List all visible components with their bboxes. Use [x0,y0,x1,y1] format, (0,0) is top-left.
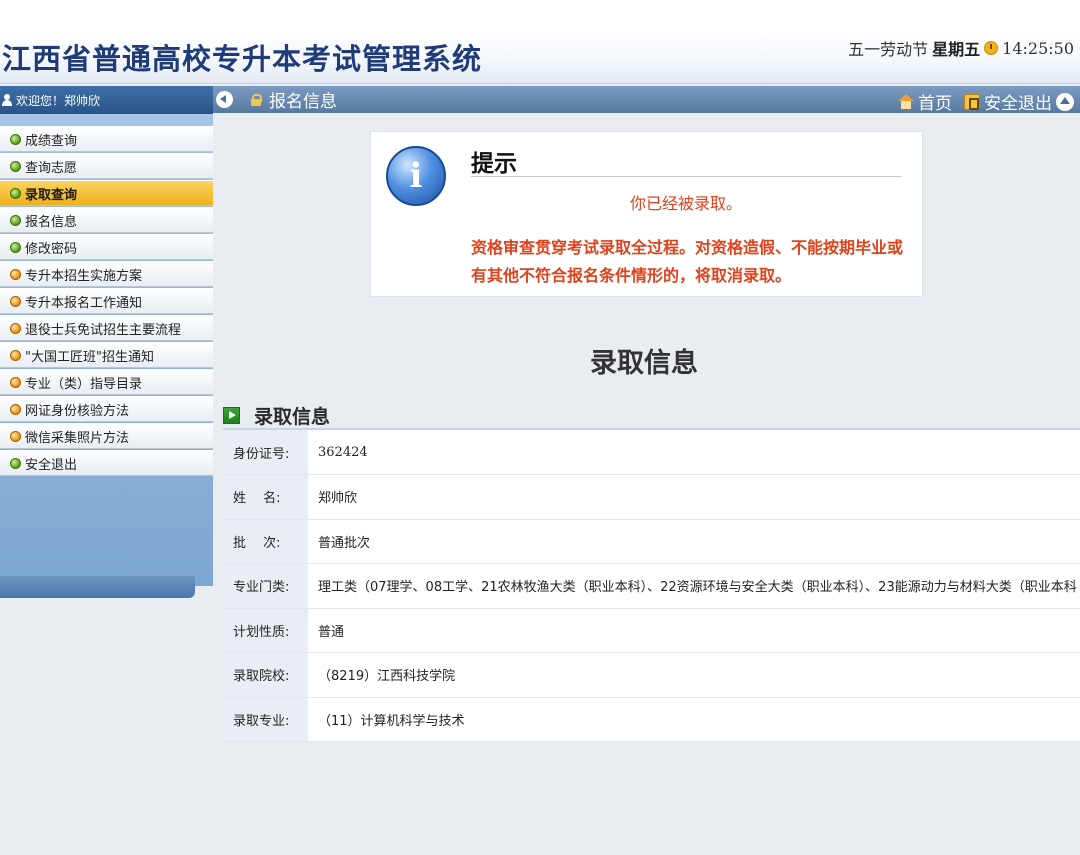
notice-divider [471,176,901,177]
sidebar-item-registration-info[interactable]: 报名信息 [0,207,213,233]
sidebar-menu: 成绩查询 查询志愿 录取查询 报名信息 修改密码 专升本招生实施方案 专升本报名… [0,126,213,476]
sidebar-item-change-password[interactable]: 修改密码 [0,234,213,260]
bullet-icon [10,268,21,280]
welcome-text: 欢迎您！郑帅欣 [16,93,101,108]
section-title: 录取信息 [254,406,331,428]
table-row: 计划性质: 普通 [223,608,1080,653]
sidebar-item-logout[interactable]: 安全退出 [0,450,213,476]
bullet-icon [10,322,21,334]
notice-detail: 资格审查贯穿考试录取全过程。对资格造假、不能按期毕业或有其他不符合报名条件情形的… [471,238,904,285]
table-row: 专业门类: 理工类（07理学、08工学、21农林牧渔大类（职业本科）、22资源环… [223,563,1080,609]
sidebar-item-veteran-process[interactable]: 退役士兵免试招生主要流程 [0,315,213,341]
header-date-time: 五一劳动节 星期五 14:25:50 [848,36,1074,60]
bullet-icon [10,241,21,253]
user-icon [2,93,12,107]
sidebar-item-label: 查询志愿 [25,160,78,176]
home-icon[interactable] [898,94,914,109]
row-label: 批 次: [223,519,308,564]
sidebar-item-label: 专业（类）指导目录 [25,376,143,392]
admission-major-value: （11）计算机科学与技术 [308,697,1080,742]
sidebar-item-label: 网证身份核验方法 [25,403,130,419]
notice-message: 你已经被录取。 [629,194,742,213]
sidebar-item-enrollment-plan[interactable]: 专升本招生实施方案 [0,261,213,287]
admission-info-section: 录取信息 身份证号: 362424 姓 名: 郑帅欣 批 次: 普通批次 专业门… [223,403,1080,743]
sidebar-item-label: 报名信息 [25,214,78,230]
sidebar-item-label: 成绩查询 [25,133,78,149]
row-label: 身份证号: [223,430,308,475]
batch-value: 普通批次 [308,519,1080,564]
scroll-up-icon[interactable] [1056,92,1074,111]
bullet-icon [10,160,21,172]
holiday-label: 五一劳动节 [848,40,929,59]
sidebar: 欢迎您！郑帅欣 成绩查询 查询志愿 录取查询 报名信息 修改密码 专升本招生实施… [0,86,213,598]
back-arrow-icon[interactable] [216,91,233,108]
content-toolbar: 报名信息 首页 安全退出 [213,86,1080,114]
sidebar-item-label: 微信采集照片方法 [25,430,130,446]
toolbar-actions: 首页 安全退出 [898,89,1074,114]
admission-table: 身份证号: 362424 姓 名: 郑帅欣 批 次: 普通批次 专业门类: 理工… [223,430,1080,742]
section-header: 录取信息 [223,403,1080,430]
sidebar-item-choice-query[interactable]: 查询志愿 [0,153,213,179]
bullet-icon [10,214,21,226]
sidebar-item-score-query[interactable]: 成绩查询 [0,126,213,152]
notice-title: 提示 [471,151,517,177]
row-label: 录取院校: [223,652,308,698]
row-label: 专业门类: [223,563,308,609]
plan-type-value: 普通 [308,608,1080,653]
sidebar-item-label: 录取查询 [25,187,78,203]
bullet-icon [10,457,21,469]
system-title: 江西省普通高校专升本考试管理系统 [2,42,483,76]
table-row: 批 次: 普通批次 [223,519,1080,564]
sidebar-item-label: "大国工匠班"招生通知 [25,349,154,365]
bullet-icon [10,349,21,361]
sidebar-item-major-catalog[interactable]: 专业（类）指导目录 [0,369,213,395]
info-icon: i [386,146,446,206]
time-label: 14:25:50 [1002,38,1074,58]
app-header: 江西省普通高校专升本考试管理系统 五一劳动节 星期五 14:25:50 [0,28,1080,84]
sidebar-item-photo-method[interactable]: 微信采集照片方法 [0,423,213,449]
page-heading: 录取信息 [590,348,698,379]
row-label: 计划性质: [223,608,308,653]
arrow-right-icon [223,407,240,424]
bullet-icon [10,295,21,307]
table-row: 姓 名: 郑帅欣 [223,474,1080,520]
sidebar-item-label: 修改密码 [25,241,78,257]
sidebar-item-admission-query[interactable]: 录取查询 [0,180,213,206]
breadcrumb: 报名信息 [269,92,337,112]
home-link[interactable]: 首页 [918,89,952,114]
bullet-icon [10,133,21,145]
sidebar-item-label: 安全退出 [25,457,78,473]
major-category-value: 理工类（07理学、08工学、21农林牧渔大类（职业本科）、22资源环境与安全大类… [308,563,1080,609]
sidebar-item-label: 退役士兵免试招生主要流程 [25,322,182,338]
weekday-label: 星期五 [932,40,981,59]
sidebar-item-registration-notice[interactable]: 专升本报名工作通知 [0,288,213,314]
bullet-icon [10,187,21,199]
welcome-bar: 欢迎您！郑帅欣 [0,86,213,114]
sidebar-item-label: 专升本报名工作通知 [25,295,143,311]
notice-box: i 提示 你已经被录取。 资格审查贯穿考试录取全过程。对资格造假、不能按期毕业或… [370,131,923,297]
bullet-icon [10,430,21,442]
logout-link[interactable]: 安全退出 [984,89,1052,114]
bullet-icon [10,403,21,415]
logout-icon[interactable] [964,93,980,110]
table-row: 录取院校: （8219）江西科技学院 [223,652,1080,698]
bullet-icon [10,376,21,388]
sidebar-item-id-verification[interactable]: 网证身份核验方法 [0,396,213,422]
clock-icon [984,41,999,55]
sidebar-item-craftsman-notice[interactable]: "大国工匠班"招生通知 [0,342,213,368]
table-row: 身份证号: 362424 [223,430,1080,475]
row-label: 录取专业: [223,697,308,742]
name-value: 郑帅欣 [308,474,1080,520]
admission-school-value: （8219）江西科技学院 [308,652,1080,698]
top-margin [0,0,1080,28]
lock-icon [251,93,262,106]
id-number-value: 362424 [308,430,1080,475]
sidebar-item-label: 专升本招生实施方案 [25,268,143,284]
row-label: 姓 名: [223,474,308,520]
table-row: 录取专业: （11）计算机科学与技术 [223,697,1080,742]
sidebar-footer [0,576,195,598]
